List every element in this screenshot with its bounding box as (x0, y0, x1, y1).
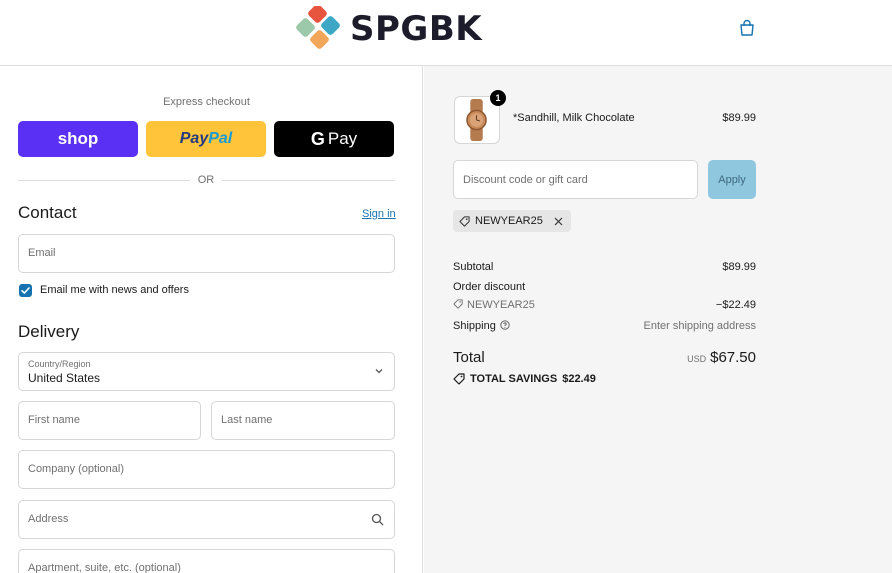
shipping-row: Shipping Enter shipping address (453, 320, 756, 332)
subtotal-value: $89.99 (722, 261, 756, 273)
help-icon[interactable] (500, 320, 510, 330)
company-field[interactable]: Company (optional) (18, 450, 395, 489)
contact-heading: Contact (18, 203, 77, 222)
brand-name: SPGBK (350, 9, 483, 49)
apply-button[interactable]: Apply (708, 160, 756, 199)
subtotal-label: Subtotal (453, 261, 494, 273)
delivery-heading: Delivery (18, 322, 80, 341)
search-icon (371, 513, 384, 526)
currency-code: USD (687, 354, 707, 364)
express-checkout-label: Express checkout (163, 96, 250, 108)
total-value: $67.50 (710, 349, 756, 366)
google-g-icon: G (310, 128, 325, 149)
email-placeholder: Email (28, 247, 56, 259)
newsletter-checkbox[interactable] (19, 284, 32, 297)
country-select[interactable]: Country/Region United States (18, 352, 395, 391)
product-price: $89.99 (722, 112, 756, 124)
company-placeholder: Company (optional) (28, 463, 124, 475)
order-discount-row: Order discount (453, 281, 756, 293)
apartment-placeholder: Apartment, suite, etc. (optional) (28, 562, 181, 573)
order-discount-label: Order discount (453, 281, 526, 293)
chevron-down-icon (375, 369, 383, 374)
shop-pay-label: shop (57, 129, 99, 148)
discount-code-input[interactable]: Discount code or gift card (453, 160, 698, 199)
discount-value: −$22.49 (715, 299, 756, 311)
newsletter-label: Email me with news and offers (40, 284, 189, 296)
savings-value: $22.49 (562, 373, 596, 385)
applied-discount-chip: NEWYEAR25 (453, 210, 571, 232)
apartment-field[interactable]: Apartment, suite, etc. (optional) (18, 549, 395, 573)
tag-icon (453, 299, 463, 309)
quantity-badge: 1 (490, 90, 506, 106)
brand-logo[interactable]: SPGBK (296, 6, 482, 52)
first-name-placeholder: First name (28, 414, 80, 426)
address-field[interactable]: Address (18, 500, 395, 539)
last-name-field[interactable]: Last name (211, 401, 395, 440)
shipping-label: Shipping (453, 320, 496, 332)
last-name-placeholder: Last name (221, 414, 273, 426)
checkout-form-panel: Express checkout shop Pay Pal G Pay OR Co… (0, 66, 423, 573)
logo-mark-icon (296, 6, 340, 49)
subtotal-row: Subtotal $89.99 (453, 261, 756, 273)
savings-label: TOTAL SAVINGS (470, 373, 558, 385)
country-label: Country/Region (28, 359, 91, 369)
shopping-bag-icon[interactable] (738, 19, 756, 37)
paypal-label-part1: Pay (179, 130, 209, 147)
paypal-button[interactable]: Pay Pal (146, 121, 266, 157)
shop-pay-button[interactable]: shop (18, 121, 138, 157)
product-name: *Sandhill, Milk Chocolate (513, 112, 635, 124)
address-placeholder: Address (28, 513, 69, 525)
applied-discount-code: NEWYEAR25 (475, 215, 543, 227)
tag-icon (459, 215, 470, 227)
header: SPGBK (0, 0, 892, 66)
google-pay-button[interactable]: G Pay (274, 121, 394, 157)
email-field[interactable]: Email (18, 234, 395, 273)
total-savings: TOTAL SAVINGS $22.49 (453, 373, 596, 385)
google-pay-label: Pay (327, 129, 358, 148)
tag-icon (453, 373, 465, 385)
discount-code-row: NEWYEAR25 −$22.49 (453, 299, 756, 311)
or-divider-label: OR (190, 174, 222, 186)
shipping-value: Enter shipping address (643, 320, 756, 332)
checkmark-icon (21, 287, 30, 294)
sign-in-link[interactable]: Sign in (362, 208, 396, 220)
discount-code-label: NEWYEAR25 (467, 299, 535, 311)
total-amount: USD $67.50 (687, 349, 756, 366)
order-summary-panel: 1 *Sandhill, Milk Chocolate $89.99 Disco… (424, 66, 892, 573)
discount-placeholder: Discount code or gift card (463, 174, 588, 186)
remove-discount-icon[interactable] (554, 217, 563, 226)
paypal-label-part2: Pal (208, 130, 233, 147)
first-name-field[interactable]: First name (18, 401, 201, 440)
total-label: Total (453, 349, 485, 366)
country-value: United States (28, 371, 101, 385)
